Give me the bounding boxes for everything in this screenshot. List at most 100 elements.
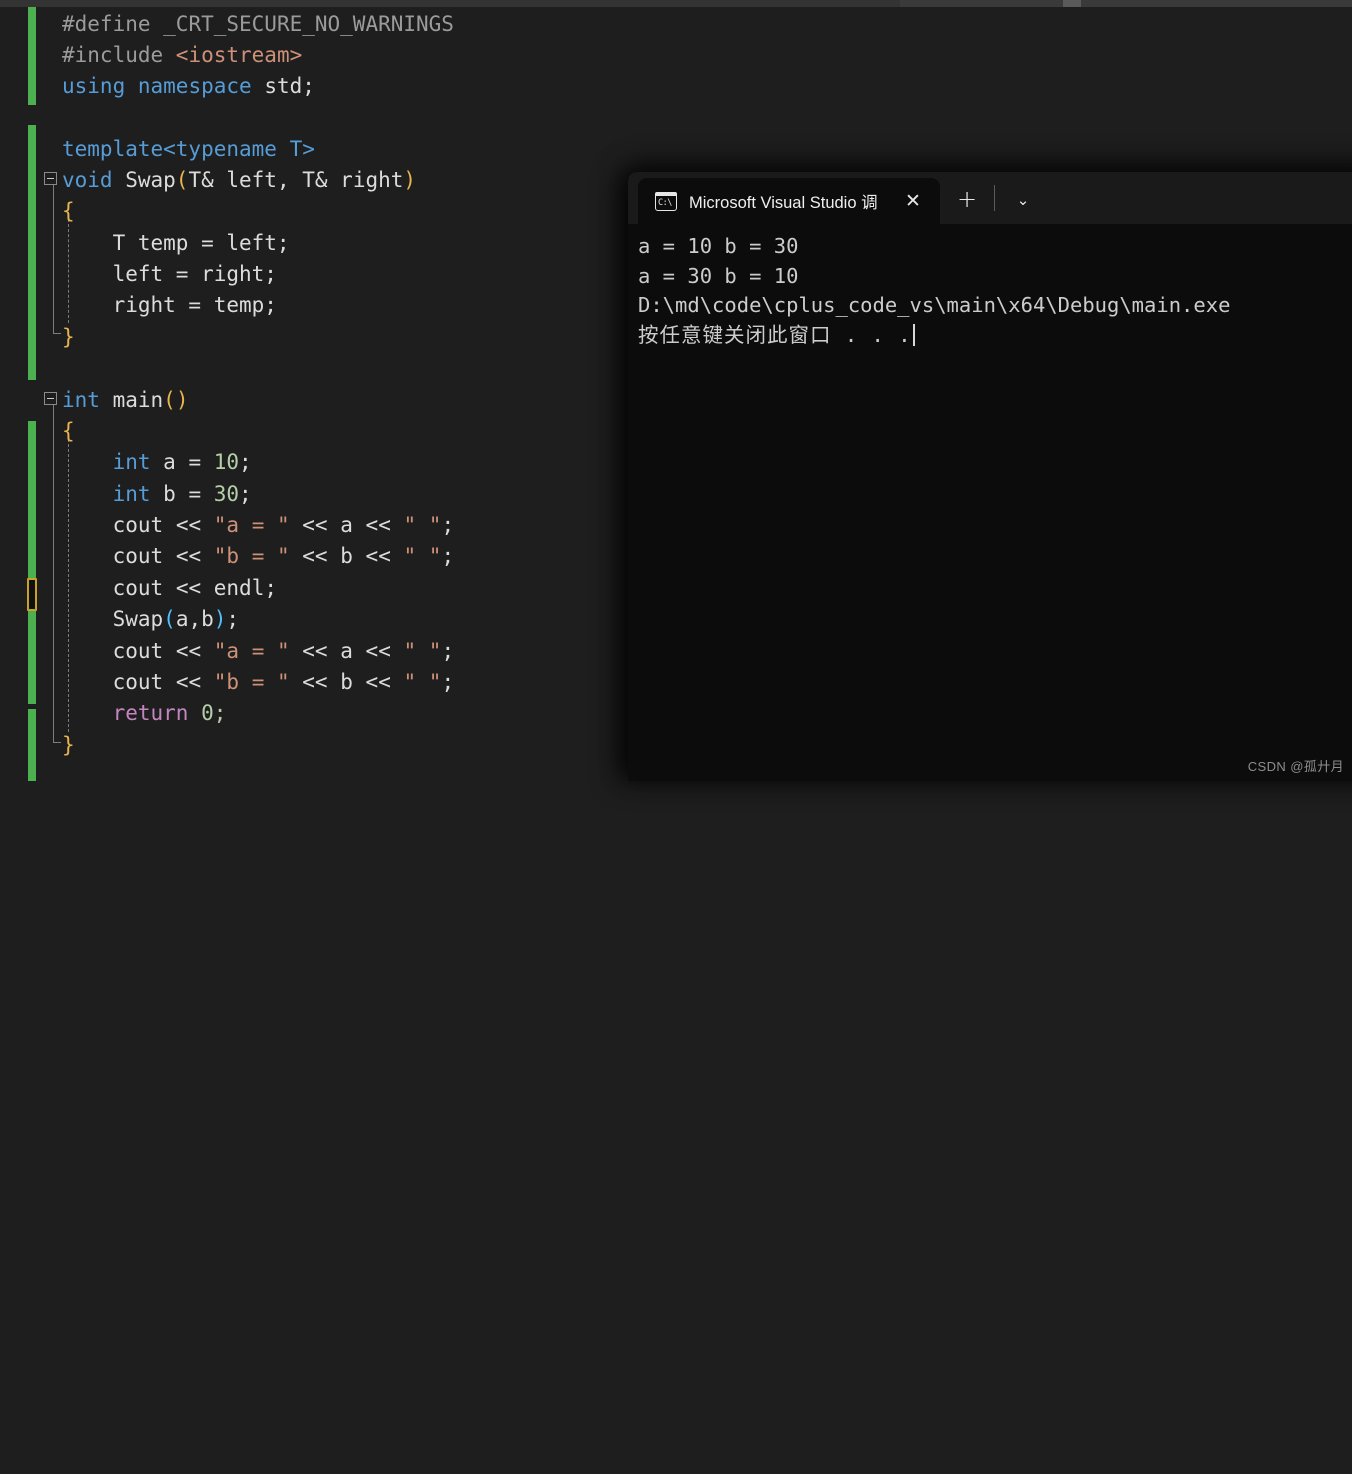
- token-shift: <<: [365, 670, 391, 694]
- csdn-watermark: CSDN @孤廾月: [1247, 759, 1344, 774]
- token-return: return: [112, 701, 189, 725]
- code-line: int main(): [62, 385, 188, 416]
- token-shift: <<: [365, 639, 391, 663]
- token-str-b: "b = ": [213, 544, 290, 568]
- token-lparen: (: [163, 388, 176, 412]
- token-using: using: [62, 74, 126, 98]
- terminal-titlebar[interactable]: C:\ Microsoft Visual Studio 调试控 ✕ + ⌄: [628, 172, 1352, 224]
- code-line: int a = 10;: [112, 450, 252, 474]
- terminal-output-line: D:\md\code\cplus_code_vs\main\x64\Debug\…: [638, 293, 1231, 317]
- chevron-down-icon[interactable]: ⌄: [1011, 189, 1035, 211]
- token-semicolon: ;: [226, 607, 240, 631]
- code-line: void Swap(T& left, T& right): [62, 165, 416, 196]
- code-line: #include <iostream>: [62, 40, 302, 71]
- token-int: int: [62, 388, 100, 412]
- code-line: cout << "b = " << b << " ";: [62, 667, 455, 698]
- token-str-space: " ": [403, 670, 442, 694]
- token-swap-call: Swap: [112, 607, 164, 631]
- token-var-b: b: [340, 670, 353, 694]
- code-line: }: [62, 322, 75, 353]
- terminal-caret: [912, 323, 915, 346]
- token-template: template<typename T>: [62, 137, 315, 161]
- code-line: right = temp;: [62, 290, 277, 321]
- close-icon[interactable]: ✕: [903, 191, 923, 211]
- terminal-output-line: 按任意键关闭此窗口 . . .: [638, 321, 1352, 351]
- token-swap-name: Swap: [112, 168, 176, 192]
- terminal-tab-active[interactable]: C:\ Microsoft Visual Studio 调试控 ✕: [638, 178, 940, 224]
- token-std: std;: [264, 74, 315, 98]
- terminal-window[interactable]: C:\ Microsoft Visual Studio 调试控 ✕ + ⌄ a …: [628, 172, 1352, 781]
- token-lparen: (: [163, 607, 176, 631]
- token-iostream: <iostream>: [163, 43, 303, 67]
- token-semicolon: ;: [441, 544, 455, 568]
- token-cout: cout: [112, 639, 164, 663]
- code-line: {: [62, 196, 75, 227]
- token-cout: cout: [112, 576, 164, 600]
- token-semicolon: ;: [441, 639, 455, 663]
- token-shift: <<: [175, 544, 202, 568]
- token-lparen: (: [175, 168, 189, 192]
- code-line: #define _CRT_SECURE_NO_WARNINGS: [62, 9, 454, 40]
- token-close-brace: }: [62, 325, 75, 349]
- cmd-icon-label: C:\: [658, 197, 672, 208]
- token-define: #define: [62, 12, 151, 36]
- token-t-temp-left: T temp = left;: [62, 231, 290, 255]
- token-close-brace: }: [62, 733, 75, 757]
- token-open-brace: {: [62, 199, 75, 223]
- token-shift: <<: [302, 670, 328, 694]
- token-str-space: " ": [403, 513, 442, 537]
- token-semicolon: ;: [441, 513, 455, 537]
- token-str-b: "b = ": [213, 670, 290, 694]
- terminal-output-line: a = 10 b = 30: [638, 234, 799, 258]
- code-line: {: [62, 416, 75, 447]
- token-shift: <<: [302, 639, 328, 663]
- token-str-a: "a = ": [213, 639, 290, 663]
- token-rparen: ): [213, 607, 227, 631]
- titlebar-divider: [994, 185, 995, 211]
- horizontal-scrollbar-thumb[interactable]: [1063, 0, 1081, 7]
- cmd-console-icon: C:\: [655, 191, 677, 211]
- code-line: int b = 30;: [112, 482, 252, 506]
- token-crt-macro: _CRT_SECURE_NO_WARNINGS: [150, 12, 454, 36]
- token-str-space: " ": [403, 639, 442, 663]
- token-cout: cout: [112, 670, 164, 694]
- token-str-space: " ": [403, 544, 442, 568]
- token-semicolon: ;: [441, 670, 455, 694]
- token-shift: <<: [175, 639, 202, 663]
- token-zero: 0;: [201, 701, 227, 725]
- terminal-tab-title: Microsoft Visual Studio 调试控: [689, 194, 877, 212]
- editor-toolbar-sliver: [0, 0, 1352, 7]
- token-cout: cout: [112, 513, 164, 537]
- code-line: return 0;: [62, 698, 227, 729]
- token-cout: cout: [112, 544, 164, 568]
- code-line: Swap(a,b);: [62, 604, 239, 635]
- code-line: left = right;: [62, 259, 277, 290]
- token-rparen: ): [403, 168, 417, 192]
- terminal-output-line: a = 30 b = 10: [638, 263, 799, 288]
- token-left-right: left = right;: [62, 262, 277, 286]
- new-tab-icon[interactable]: +: [954, 187, 980, 212]
- horizontal-scrollbar-track[interactable]: [900, 0, 1352, 7]
- token-swap-params: T& left, T& right: [188, 168, 404, 192]
- token-shift: <<: [302, 544, 328, 568]
- token-main-name: main: [99, 388, 164, 412]
- code-line: cout << "a = " << a << " ";: [62, 510, 455, 541]
- code-line: template<typename T>: [62, 134, 315, 165]
- token-shift: <<: [302, 513, 328, 537]
- code-line: cout << endl;: [62, 573, 277, 604]
- token-shift: <<: [175, 576, 202, 600]
- token-var-a: a: [340, 513, 353, 537]
- token-var-b: b: [340, 544, 353, 568]
- token-str-a: "a = ": [213, 513, 290, 537]
- token-swap-args: a,b: [175, 607, 214, 631]
- token-right-temp: right = temp;: [62, 293, 277, 317]
- code-line: using namespace std;: [62, 71, 315, 102]
- terminal-output-area[interactable]: a = 10 b = 30 a = 30 b = 10 D:\md\code\c…: [628, 224, 1352, 781]
- token-rparen: ): [175, 388, 189, 412]
- token-int: int: [112, 482, 151, 506]
- code-line: T temp = left;: [62, 228, 290, 259]
- token-void: void: [62, 168, 113, 192]
- terminal-prompt-text: 按任意键关闭此窗口 . . .: [638, 322, 912, 347]
- token-int: int: [112, 450, 151, 474]
- token-shift: <<: [175, 670, 202, 694]
